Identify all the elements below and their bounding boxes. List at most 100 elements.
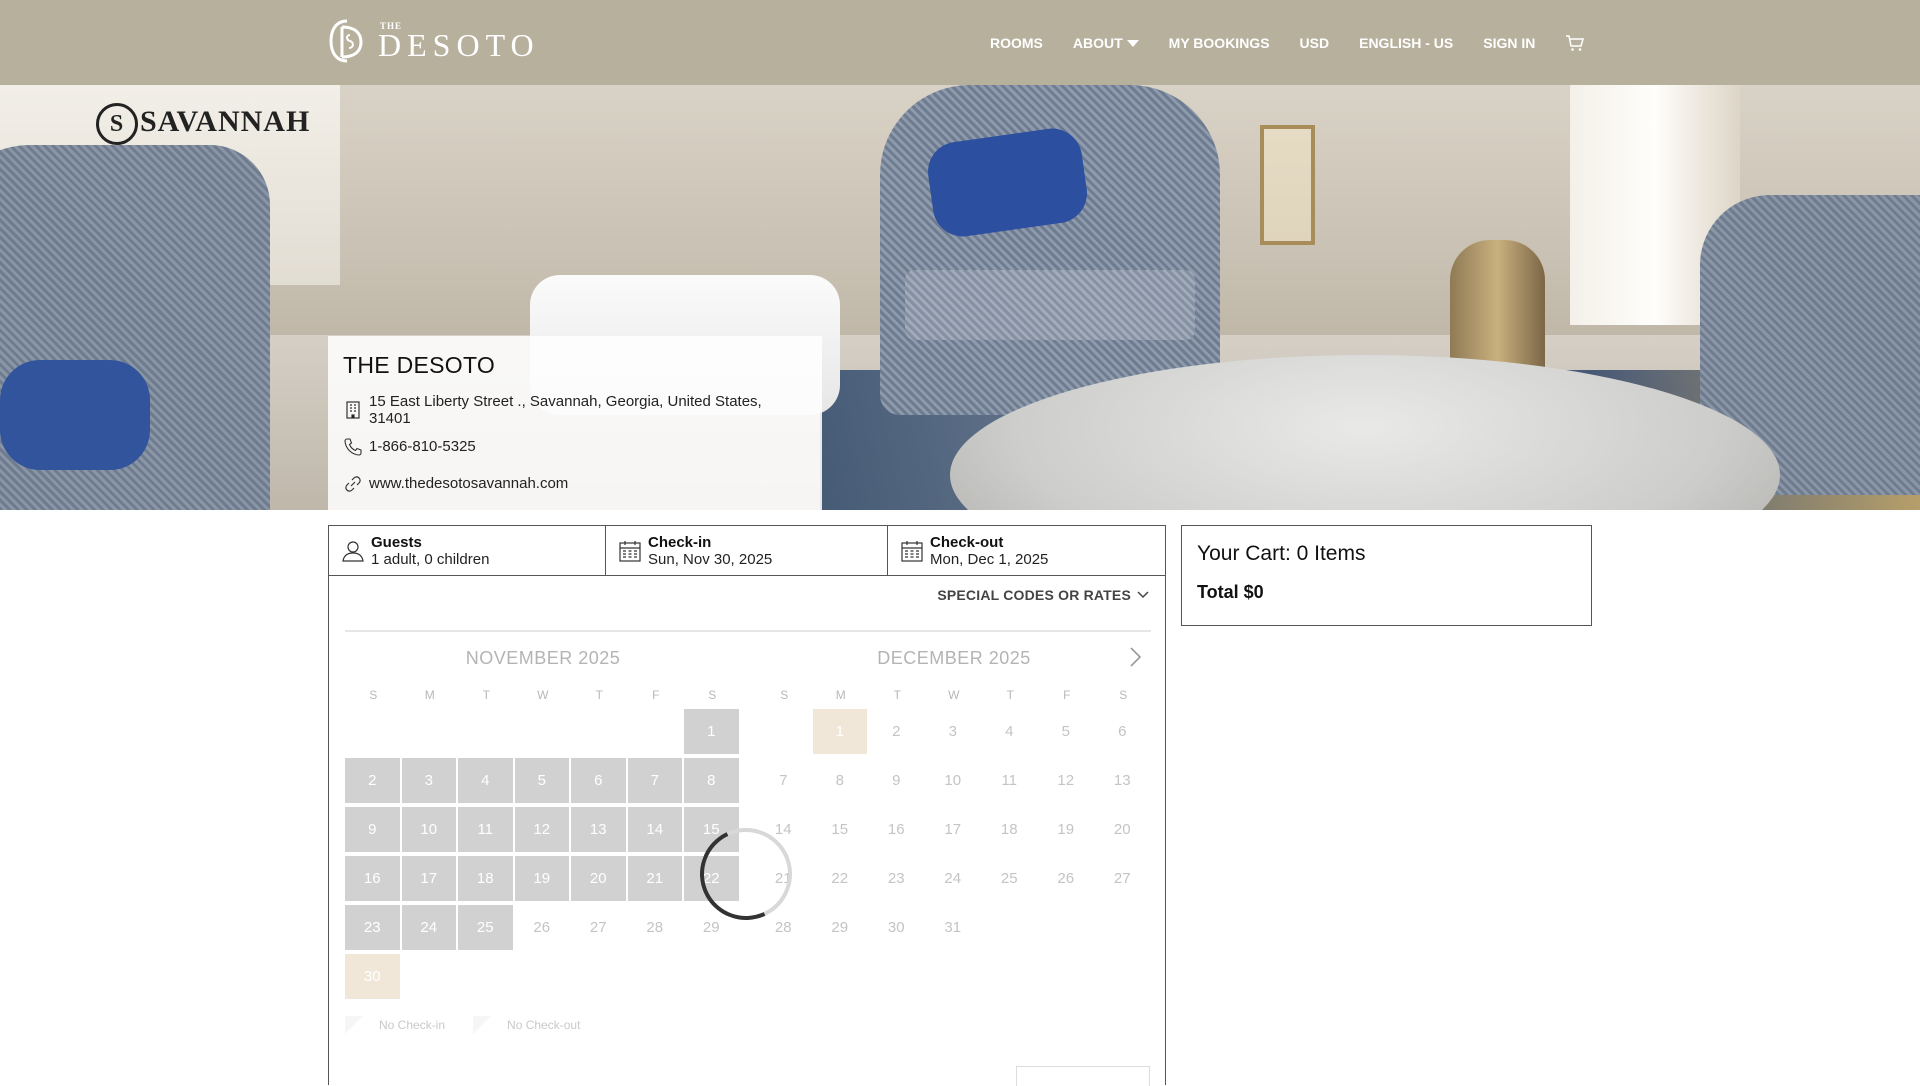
guests-label: Guests <box>371 533 422 551</box>
calendar-day[interactable]: 15 <box>813 807 868 852</box>
calendar-day[interactable]: 20 <box>571 856 626 901</box>
calendar-day[interactable]: 1 <box>684 709 739 754</box>
nav-rooms-label: ROOMS <box>990 35 1043 51</box>
calendar-day[interactable]: 16 <box>869 807 924 852</box>
calendar-day[interactable]: 8 <box>813 758 868 803</box>
calendar-day[interactable]: 29 <box>813 905 868 950</box>
calendar-day[interactable]: 19 <box>514 856 569 901</box>
calendar-day[interactable]: 16 <box>345 856 400 901</box>
calendar-day[interactable]: 26 <box>1039 856 1094 901</box>
calendar-day[interactable]: 13 <box>571 807 626 852</box>
calendar-empty-cell <box>458 954 513 999</box>
calendar-day[interactable]: 27 <box>571 905 626 950</box>
calendar-day[interactable]: 9 <box>869 758 924 803</box>
checkin-selector[interactable]: Check-in Sun, Nov 30, 2025 <box>606 526 888 575</box>
calendar-day[interactable]: 10 <box>926 758 981 803</box>
calendar-day[interactable]: 10 <box>401 807 456 852</box>
calendar-day[interactable]: 5 <box>1039 709 1094 754</box>
hotel-address: 15 East Liberty Street ., Savannah, Geor… <box>343 391 807 428</box>
weekday-label: W <box>948 688 960 702</box>
sign-mark: S <box>96 103 138 145</box>
calendar-day[interactable]: 5 <box>514 758 569 803</box>
guests-selector[interactable]: Guests 1 adult, 0 children <box>329 526 606 575</box>
calendar-day[interactable]: 11 <box>982 758 1037 803</box>
nav-currency[interactable]: USD <box>1300 35 1330 51</box>
nav-language[interactable]: ENGLISH - US <box>1359 35 1453 51</box>
partial-button[interactable] <box>1016 1066 1150 1086</box>
calendar-empty-cell <box>1095 905 1150 950</box>
calendar-day[interactable]: 24 <box>926 856 981 901</box>
calendar-day[interactable]: 4 <box>458 758 513 803</box>
cart-summary: Your Cart: 0 Items Total $0 <box>1181 525 1592 626</box>
calendar-day[interactable]: 23 <box>345 905 400 950</box>
calendar-day[interactable]: 30 <box>345 954 400 999</box>
nav-about[interactable]: ABOUT <box>1073 35 1139 51</box>
calendar-day[interactable]: 31 <box>926 905 981 950</box>
logo-monogram-icon <box>329 19 363 63</box>
calendar-day[interactable]: 11 <box>458 807 513 852</box>
weekday-label: M <box>424 688 435 702</box>
special-codes-toggle[interactable]: SPECIAL CODES OR RATES <box>937 587 1149 603</box>
calendar-day[interactable]: 4 <box>982 709 1037 754</box>
hotel-website: www.thedesotosavannah.com <box>343 465 807 502</box>
calendar-day[interactable]: 23 <box>869 856 924 901</box>
calendar-day[interactable]: 27 <box>1095 856 1150 901</box>
calendar-day[interactable]: 20 <box>1095 807 1150 852</box>
week-row: 123456 <box>756 709 1152 756</box>
calendar-day[interactable]: 28 <box>628 905 683 950</box>
week-row: 1 <box>345 709 741 756</box>
hotel-website-link[interactable]: www.thedesotosavannah.com <box>369 475 568 492</box>
calendar-day[interactable]: 17 <box>401 856 456 901</box>
calendar-day[interactable]: 25 <box>458 905 513 950</box>
weekday-label: S <box>369 688 378 702</box>
calendar-day[interactable]: 24 <box>401 905 456 950</box>
calendar-day[interactable]: 3 <box>401 758 456 803</box>
calendar-day[interactable]: 18 <box>458 856 513 901</box>
calendar-day[interactable]: 13 <box>1095 758 1150 803</box>
calendar-day[interactable]: 6 <box>1095 709 1150 754</box>
nav-my-bookings-label: MY BOOKINGS <box>1168 35 1270 51</box>
calendar-day[interactable]: 18 <box>982 807 1037 852</box>
calendar-day[interactable]: 8 <box>684 758 739 803</box>
hotel-phone-text[interactable]: 1-866-810-5325 <box>369 438 476 455</box>
hero-image: S SAVANNAH <box>0 85 1920 510</box>
calendar-day[interactable]: 6 <box>571 758 626 803</box>
legend-no-checkin-label: No Check-in <box>379 1018 446 1032</box>
weekday-header: SMTWTFS <box>756 683 1152 707</box>
calendar-day[interactable]: 26 <box>515 905 570 950</box>
nav-sign-in[interactable]: SIGN IN <box>1483 35 1535 51</box>
calendar-day[interactable]: 14 <box>627 807 682 852</box>
checkout-selector[interactable]: Check-out Mon, Dec 1, 2025 <box>888 526 1165 575</box>
calendar-day[interactable]: 7 <box>627 758 682 803</box>
calendar-day[interactable]: 2 <box>869 709 924 754</box>
weekday-label: W <box>537 688 549 702</box>
checkout-label: Check-out <box>930 533 1004 551</box>
chevron-right-icon[interactable] <box>1129 646 1143 668</box>
building-icon <box>346 400 360 419</box>
calendar-day[interactable]: 19 <box>1039 807 1094 852</box>
calendar-empty-cell <box>515 954 570 999</box>
calendar-day[interactable]: 2 <box>345 758 400 803</box>
calendar-day[interactable]: 9 <box>345 807 400 852</box>
calendar-day[interactable]: 12 <box>1039 758 1094 803</box>
calendar-day[interactable]: 17 <box>926 807 981 852</box>
cart-icon[interactable] <box>1565 34 1585 52</box>
weekday-label: M <box>835 688 846 702</box>
calendar-day[interactable]: 25 <box>982 856 1037 901</box>
calendar-empty-cell <box>402 709 457 754</box>
calendar-empty-cell <box>402 954 457 999</box>
hotel-address-text: 15 East Liberty Street ., Savannah, Geor… <box>369 392 762 427</box>
nav-my-bookings[interactable]: MY BOOKINGS <box>1169 35 1270 51</box>
desoto-logo[interactable]: THE DESOTO <box>328 18 540 64</box>
calendar-day[interactable]: 12 <box>514 807 569 852</box>
calendar-day[interactable]: 1 <box>812 709 867 754</box>
calendar-day[interactable]: 3 <box>926 709 981 754</box>
calendar-day[interactable]: 22 <box>813 856 868 901</box>
calendar-day[interactable]: 7 <box>756 758 811 803</box>
calendar-empty-cell <box>628 954 683 999</box>
nav-rooms[interactable]: ROOMS <box>990 35 1043 51</box>
calendar-day[interactable]: 30 <box>869 905 924 950</box>
calendar-empty-cell <box>571 709 626 754</box>
weekday-label: T <box>595 688 603 702</box>
calendar-day[interactable]: 21 <box>627 856 682 901</box>
